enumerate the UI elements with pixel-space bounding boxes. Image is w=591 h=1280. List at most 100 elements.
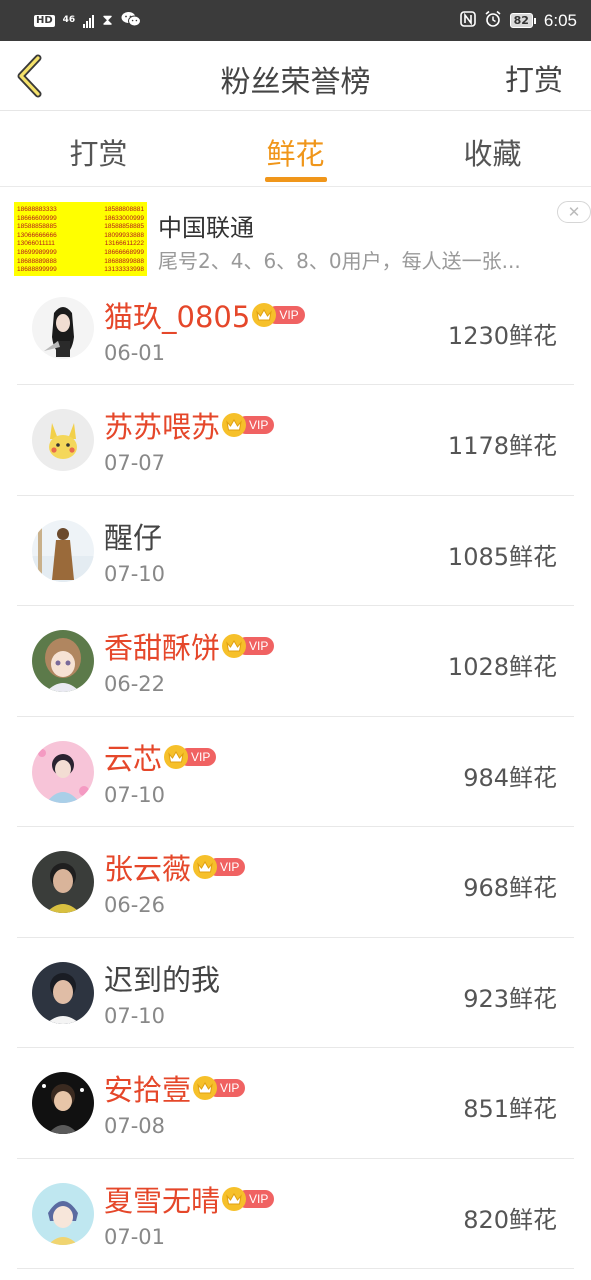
list-item[interactable]: 香甜酥饼 VIP 06-22 1028鲜花 — [0, 606, 591, 717]
user-name-row: 张云薇 VIP — [104, 846, 246, 888]
date-label: 07-08 — [104, 1114, 166, 1138]
crown-icon — [164, 744, 189, 769]
close-icon[interactable]: ✕ — [557, 201, 591, 223]
tab-label: 打赏 — [69, 137, 128, 171]
ad-number: 18633000999 — [104, 214, 144, 222]
ad-number: 13166611222 — [104, 240, 144, 248]
list-item[interactable]: 云芯 VIP 07-10 984鲜花 — [0, 717, 591, 828]
user-name-row: 猫玖_0805 VIP — [104, 294, 305, 336]
date-label: 07-01 — [104, 1224, 166, 1249]
list-item[interactable]: 迟到的我 07-10 923鲜花 — [0, 938, 591, 1049]
tab-label: 收藏 — [463, 137, 522, 171]
date-label: 07-10 — [104, 1003, 166, 1028]
ad-title: 中国联通 — [158, 214, 254, 242]
flower-count: 1085鲜花 — [447, 542, 557, 571]
vip-badge: VIP — [164, 744, 217, 769]
hd-icon: HD — [34, 14, 55, 27]
vip-badge: VIP — [222, 634, 275, 658]
page-title: 粉丝荣誉榜 — [220, 65, 371, 100]
status-left-icons: HD 46 ⧗ — [34, 11, 141, 31]
user-name-row: 云芯 VIP — [104, 736, 217, 778]
crown-icon — [193, 855, 218, 879]
ad-number: 18688899999 — [17, 266, 57, 274]
crown-icon — [222, 634, 247, 658]
battery-icon: 82 — [509, 13, 536, 28]
avatar[interactable] — [32, 961, 94, 1024]
user-name: 夏雪无晴 — [104, 1183, 221, 1218]
list-item[interactable]: 苏苏喂苏 VIP 07-07 1178鲜花 — [0, 385, 591, 496]
list-item[interactable]: 安拾壹 VIP 07-08 851鲜花 — [0, 1048, 591, 1159]
list-item[interactable]: 夏雪无晴 VIP 07-01 820鲜花 — [0, 1159, 591, 1270]
signal-icon — [83, 14, 95, 28]
date-label: 07-10 — [104, 782, 166, 807]
avatar[interactable] — [32, 1072, 94, 1134]
battery-level: 82 — [509, 13, 533, 28]
app-header: 粉丝荣誉榜 打赏 — [0, 41, 591, 111]
flower-count: 984鲜花 — [463, 763, 557, 792]
ad-number: 18688899888 — [104, 257, 144, 265]
reward-button[interactable]: 打赏 — [505, 57, 563, 99]
vip-badge: VIP — [222, 1186, 275, 1211]
ad-number: 13133333998 — [104, 266, 144, 274]
status-right-icons: 82 6:05 — [459, 10, 577, 32]
vip-badge: VIP — [222, 413, 275, 437]
avatar[interactable] — [32, 740, 94, 803]
user-name: 醒仔 — [104, 520, 163, 555]
ad-number: 18688883333 — [17, 206, 57, 213]
date-label: 06-22 — [104, 672, 166, 696]
ad-number: 18588858885 — [17, 223, 57, 231]
tab-label: 鲜花 — [266, 137, 325, 171]
avatar[interactable] — [32, 297, 94, 359]
user-name: 云芯 — [104, 741, 163, 776]
ad-number: 18666668999 — [104, 248, 144, 256]
avatar[interactable] — [32, 1182, 94, 1245]
date-label: 07-10 — [104, 561, 166, 586]
user-name-row: 夏雪无晴 VIP — [104, 1178, 275, 1220]
network-type: 46 — [62, 15, 76, 25]
avatar[interactable] — [32, 851, 94, 913]
tab-flowers[interactable]: 鲜花 — [197, 111, 394, 186]
ad-number-row: 18688883333 18588808881 — [17, 206, 144, 215]
list-item[interactable]: 猫玖_0805 VIP 06-01 1230鲜花 — [0, 284, 591, 385]
ad-number: 18588858885 — [104, 223, 144, 231]
date-label: 06-01 — [104, 341, 166, 365]
user-name-row: 香甜酥饼 VIP — [104, 625, 275, 667]
tab-reward[interactable]: 打赏 — [0, 111, 197, 186]
ranking-list: 猫玖_0805 VIP 06-01 1230鲜花 苏苏喂苏 VIP 07-07 1178鲜花醒… — [0, 284, 591, 1269]
active-tab-indicator — [264, 177, 327, 182]
ad-number-row: 18699989999 18666668999 — [17, 249, 144, 258]
user-name-row: 安拾壹 VIP — [104, 1067, 246, 1109]
avatar[interactable] — [32, 630, 94, 692]
user-name-row: 醒仔 — [104, 515, 162, 557]
avatar[interactable] — [32, 409, 94, 471]
user-name: 苏苏喂苏 — [104, 410, 221, 444]
ad-number: 18588808881 — [104, 206, 144, 213]
user-name: 猫玖_0805 — [104, 300, 251, 334]
ad-description: 尾号2、4、6、8、0用户，每人送一张... — [158, 249, 521, 273]
user-name-row: 迟到的我 — [104, 957, 220, 999]
crown-icon — [193, 1076, 218, 1100]
flower-count: 968鲜花 — [463, 874, 557, 902]
flower-count: 820鲜花 — [463, 1205, 557, 1234]
ad-number: 13066666666 — [17, 231, 57, 239]
tab-favorites[interactable]: 收藏 — [394, 111, 591, 186]
flower-count: 1028鲜花 — [447, 653, 557, 681]
vip-badge: VIP — [193, 1076, 246, 1100]
list-item[interactable]: 醒仔 07-10 1085鲜花 — [0, 496, 591, 607]
ad-number: 13066011111 — [17, 240, 55, 248]
hourglass-icon: ⧗ — [102, 11, 113, 29]
ad-number: 18688889888 — [17, 257, 57, 265]
avatar[interactable] — [32, 519, 94, 582]
ad-number-row: 18588858885 18588858885 — [17, 223, 144, 232]
ad-number-row: 13066666666 18099933888 — [17, 232, 144, 241]
tab-bar: 打赏 鲜花 收藏 — [0, 111, 591, 187]
flower-count: 851鲜花 — [463, 1095, 557, 1123]
ad-number-row: 18688899999 13133333998 — [17, 266, 144, 275]
list-item[interactable]: 张云薇 VIP 06-26 968鲜花 — [0, 827, 591, 938]
nfc-icon — [459, 10, 476, 31]
ad-number: 18699989999 — [17, 248, 57, 256]
ad-banner[interactable]: 18688883333 18588808881 18666609999 1863300… — [0, 188, 591, 284]
flower-count: 923鲜花 — [463, 984, 557, 1013]
ad-image[interactable]: 18688883333 18588808881 18666609999 1863300… — [14, 202, 147, 276]
ad-number: 18099933888 — [104, 231, 144, 239]
